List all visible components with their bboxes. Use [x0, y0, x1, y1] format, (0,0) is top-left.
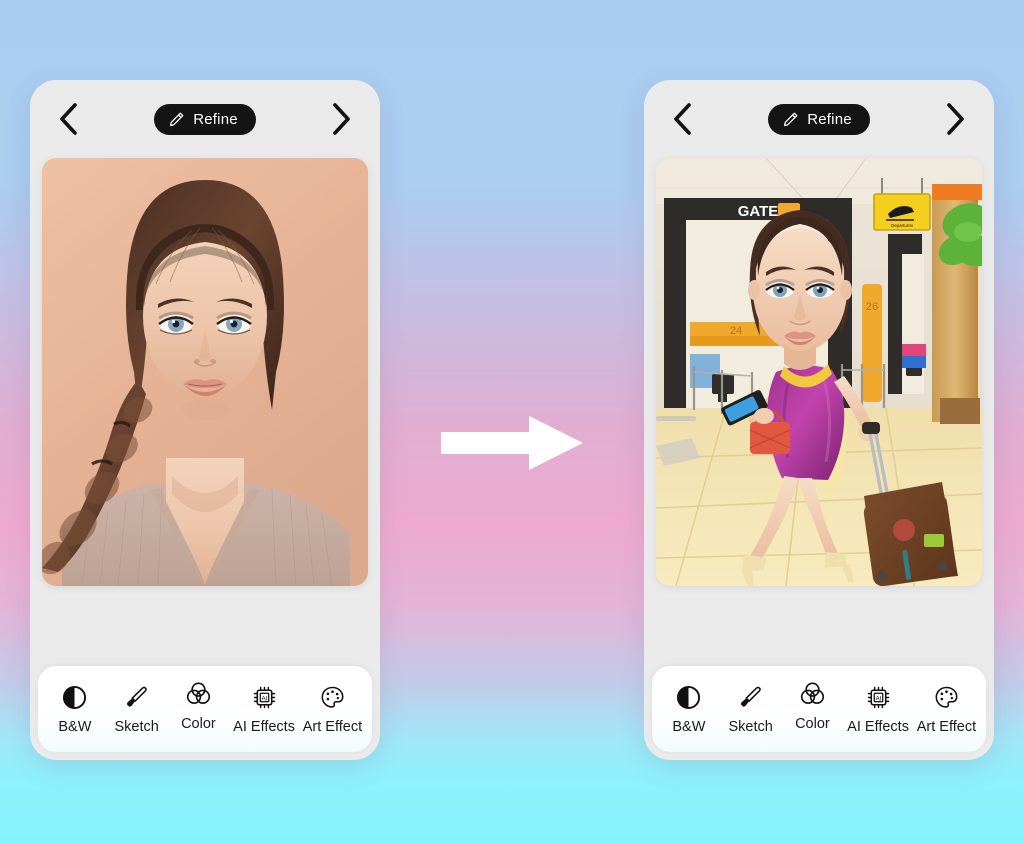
tool-color-label: Color: [181, 715, 216, 732]
result-photo: GATE 24 26 Departures: [656, 158, 982, 586]
svg-text:Departures: Departures: [891, 223, 914, 228]
tool-art-effect-label: Art Effect: [302, 718, 363, 735]
tool-color-label: Color: [795, 715, 830, 732]
paintbrush-icon: [738, 684, 763, 712]
phone-header-after: Refine: [644, 80, 994, 158]
svg-text:26: 26: [866, 301, 878, 313]
contrast-circle-icon: [676, 684, 701, 712]
refine-button[interactable]: Refine: [768, 103, 870, 135]
tool-art-effect[interactable]: Art Effect: [917, 684, 976, 735]
refine-label: Refine: [193, 110, 238, 128]
tool-color[interactable]: Color: [171, 682, 225, 735]
app-screenshot: Refine B&W Sketch Color AI AI Effects Ar…: [0, 0, 1024, 844]
tool-art-effect-label: Art Effect: [916, 718, 977, 735]
pencil-icon: [168, 111, 185, 128]
source-photo-frame[interactable]: [42, 158, 368, 586]
palette-icon: [934, 684, 959, 712]
tool-bw-label: B&W: [672, 718, 706, 735]
tool-ai-effects[interactable]: AI AI Effects: [233, 684, 295, 735]
tool-ai-effects-label: AI Effects: [847, 718, 909, 735]
tool-ai-effects-label: AI Effects: [233, 718, 295, 735]
ai-chip-icon: AI: [866, 684, 891, 712]
phone-header-before: Refine: [30, 80, 380, 158]
refine-label: Refine: [807, 110, 852, 128]
ai-chip-icon: AI: [252, 684, 277, 712]
tool-color[interactable]: Color: [785, 682, 839, 735]
effects-toolbar-after: B&W Sketch Color AI AI Effects Art Effec…: [652, 666, 986, 752]
forward-chevron-button[interactable]: [938, 100, 972, 138]
pencil-icon: [782, 111, 799, 128]
effects-toolbar-before: B&W Sketch Color AI AI Effects Art Effec…: [38, 666, 372, 752]
tool-ai-effects[interactable]: AI AI Effects: [847, 684, 909, 735]
tool-sketch[interactable]: Sketch: [724, 684, 778, 735]
phone-mockup-before: Refine B&W Sketch Color AI AI Effects Ar…: [30, 80, 380, 760]
source-photo: [42, 158, 368, 586]
paintbrush-icon: [124, 684, 149, 712]
svg-text:AI: AI: [261, 695, 267, 702]
svg-text:24: 24: [730, 325, 742, 337]
tool-sketch[interactable]: Sketch: [110, 684, 164, 735]
svg-text:GATE: GATE: [738, 203, 779, 220]
phone-body-gap-after: [644, 586, 994, 666]
refine-button[interactable]: Refine: [154, 103, 256, 135]
phone-mockup-after: Refine GATE 24 26 Departures B&W Sketch …: [644, 80, 994, 760]
overlapping-circles-icon: [185, 680, 212, 708]
arrow-right-icon: [441, 414, 583, 472]
tool-sketch-label: Sketch: [728, 718, 773, 735]
forward-chevron-button[interactable]: [324, 100, 358, 138]
svg-text:AI: AI: [875, 695, 881, 702]
phone-body-gap-before: [30, 586, 380, 666]
result-photo-frame[interactable]: GATE 24 26 Departures: [656, 158, 982, 586]
overlapping-circles-icon: [799, 680, 826, 708]
back-chevron-button[interactable]: [52, 100, 86, 138]
tool-sketch-label: Sketch: [114, 718, 159, 735]
tool-bw[interactable]: B&W: [662, 684, 716, 735]
contrast-circle-icon: [62, 684, 87, 712]
palette-icon: [320, 684, 345, 712]
tool-art-effect[interactable]: Art Effect: [303, 684, 362, 735]
tool-bw[interactable]: B&W: [48, 684, 102, 735]
tool-bw-label: B&W: [58, 718, 92, 735]
back-chevron-button[interactable]: [666, 100, 700, 138]
